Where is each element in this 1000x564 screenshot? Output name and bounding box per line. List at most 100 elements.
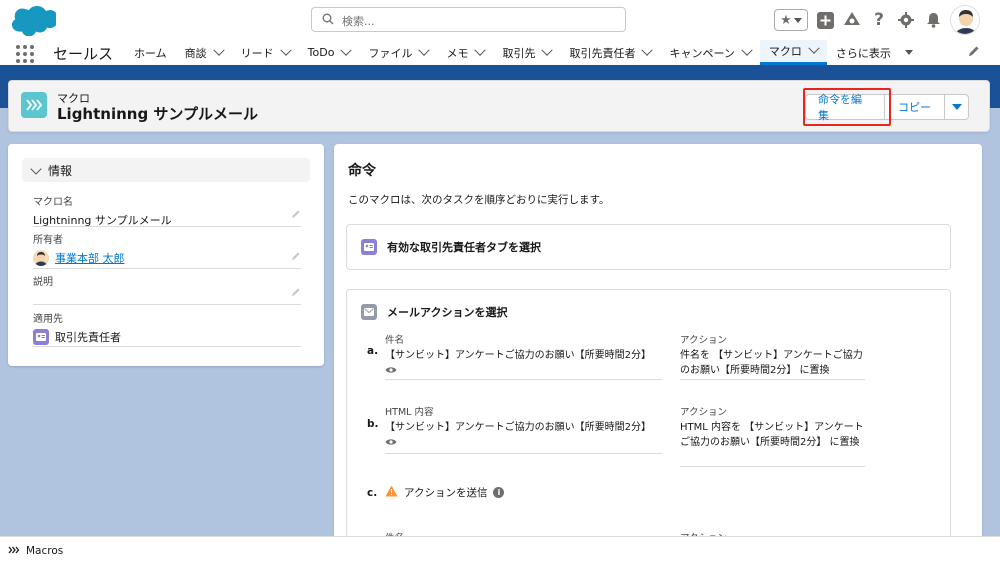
instructions-title: 命令 [348, 163, 376, 179]
macro-name-field: マクロ名 Lightninng サンプルメール [33, 193, 301, 227]
html-content-action: アクション HTML 内容を 【サンビット】アンケートご協力のお願い【所要時間2… [680, 404, 865, 467]
nav-tab-5[interactable]: メモ [437, 40, 493, 65]
field-value: 取引先責任者 [55, 331, 121, 344]
section-title: 情報 [48, 163, 73, 178]
field-value: Lightninng サンプルメール [33, 214, 172, 227]
subject-action: アクション 件名を 【サンビット】アンケートご協力のお願い【所要時間2分】 に置… [680, 332, 865, 380]
highlight-box [803, 88, 891, 126]
record-header: マクロ Lightninng サンプルメール 命令を編集 コピー [8, 80, 990, 132]
nav-tab-2[interactable]: リード [232, 40, 299, 65]
field-label: 説明 [33, 277, 53, 288]
warning-icon [385, 485, 398, 500]
email-icon [361, 304, 377, 320]
instruction-step-email-action: メールアクションを選択 a. 件名 【サンビット】アンケートご協力のお願い【所要… [346, 289, 951, 544]
chevron-down-icon[interactable] [418, 44, 431, 56]
more-actions-button[interactable] [945, 94, 969, 120]
tab-icon [361, 239, 377, 255]
macros-utility-label[interactable]: Macros [26, 545, 63, 557]
help-icon[interactable]: ? [869, 10, 889, 30]
subject-field: 件名 【サンビット】アンケートご協力のお願い【所要時間2分】 [385, 332, 662, 380]
nav-tab-label: ファイル [368, 46, 413, 60]
field-label: マクロ名 [33, 197, 73, 208]
edit-pencil-icon[interactable] [291, 287, 301, 300]
instructions-description: このマクロは、次のタスクを順序どおりに実行します。 [348, 194, 610, 206]
global-search[interactable]: 検索... [311, 7, 626, 32]
copy-button[interactable]: コピー [885, 94, 945, 120]
field-label: HTML 内容 [385, 407, 434, 418]
nav-tab-6[interactable]: 取引先 [493, 40, 560, 65]
record-title: Lightninng サンプルメール [57, 105, 258, 123]
field-value: HTML 内容を 【サンビット】アンケートご協力のお願い【所要時間2分】 に置換 [680, 422, 864, 448]
sub-step-letter: a. [367, 345, 379, 357]
owner-avatar [33, 250, 49, 266]
field-label: アクション [680, 407, 728, 418]
edit-nav-pencil-icon[interactable] [968, 45, 980, 60]
chevron-down-icon[interactable] [474, 44, 487, 56]
chevron-down-icon[interactable] [340, 44, 353, 56]
global-actions-button[interactable] [815, 10, 835, 30]
nav-tab-9[interactable]: マクロ [759, 40, 827, 65]
field-value: 件名を 【サンビット】アンケートご協力のお願い【所要時間2分】 に置換 [680, 350, 863, 376]
favorites-button[interactable]: ★ [774, 9, 808, 31]
utility-bar: Macros [0, 536, 1000, 564]
nav-tab-label: キャンペーン [669, 46, 735, 60]
trailhead-icon[interactable] [842, 10, 862, 30]
nav-tab-label: メモ [446, 46, 469, 60]
owner-field: 所有者 事業本部 太郎 [33, 231, 301, 269]
app-launcher-icon[interactable] [16, 45, 34, 63]
chevron-down-icon[interactable] [213, 44, 225, 56]
nav-tab-label: さらに表示 [835, 46, 891, 60]
field-value: 【サンビット】アンケートご協力のお願い【所要時間2分】 [385, 422, 651, 433]
chevron-down-icon[interactable] [808, 42, 820, 54]
nav-tab-8[interactable]: キャンペーン [660, 40, 759, 65]
nav-tab-7[interactable]: 取引先責任者 [560, 40, 660, 65]
contact-icon [33, 329, 49, 345]
star-icon: ★ [780, 12, 792, 28]
nav-tab-label: 取引先責任者 [569, 46, 636, 60]
applies-to-field: 適用先 取引先責任者 [33, 310, 301, 347]
setup-gear-icon[interactable] [896, 10, 916, 30]
chevron-down-icon[interactable] [280, 44, 292, 56]
search-icon [322, 13, 334, 28]
html-content-field: HTML 内容 【サンビット】アンケートご協力のお願い【所要時間2分】 [385, 404, 662, 454]
details-card: 情報 マクロ名 Lightninng サンプルメール 所有者 事業本部 太郎 説… [8, 144, 324, 366]
nav-tab-label: 取引先 [502, 46, 536, 60]
caret-down-icon [904, 50, 913, 55]
info-icon[interactable]: i [493, 487, 505, 498]
description-field: 説明 [33, 273, 301, 305]
app-navigation-bar: セールス ホーム 商談 リード ToDo ファイル メモ 取引先 取引先責任者 キャンペーン マク… [0, 40, 1000, 68]
chevron-down-icon[interactable] [741, 44, 753, 56]
nav-tab-10[interactable]: さらに表示 [827, 40, 922, 65]
salesforce-logo[interactable] [10, 4, 58, 37]
change-owner-icon[interactable] [291, 251, 301, 264]
search-placeholder: 検索... [342, 15, 375, 28]
macro-icon [21, 92, 47, 118]
nav-tab-label: マクロ [768, 45, 802, 58]
nav-tab-0[interactable]: ホーム [125, 40, 176, 65]
nav-tab-label: リード [240, 46, 274, 60]
nav-tab-label: 商談 [184, 46, 207, 60]
notifications-bell-icon[interactable] [923, 10, 943, 30]
owner-link[interactable]: 事業本部 太郎 [55, 250, 125, 266]
instructions-card: 命令 このマクロは、次のタスクを順序どおりに実行します。 有効な取引先責任者タブ… [334, 144, 982, 544]
caret-down-icon [951, 104, 962, 110]
app-name: セールス [53, 45, 114, 63]
eye-icon[interactable] [385, 364, 662, 377]
chevron-down-icon[interactable] [641, 44, 654, 56]
user-avatar[interactable] [950, 5, 980, 35]
macros-utility-icon[interactable] [8, 545, 20, 557]
nav-tab-3[interactable]: ToDo [299, 40, 360, 65]
eye-icon[interactable] [385, 436, 662, 449]
sub-step-letter: b. [367, 418, 379, 430]
nav-tab-1[interactable]: 商談 [176, 40, 232, 65]
global-header: 検索... ★ ? [0, 0, 1000, 40]
nav-tab-4[interactable]: ファイル [359, 40, 437, 65]
chevron-down-icon[interactable] [541, 44, 554, 56]
chevron-down-icon [30, 162, 42, 175]
send-action-row: アクションを送信 i [385, 485, 505, 500]
send-action-label: アクションを送信 [404, 487, 488, 499]
field-label: アクション [680, 335, 728, 346]
info-section-header[interactable]: 情報 [22, 158, 310, 182]
field-label: 件名 [385, 335, 405, 346]
edit-pencil-icon[interactable] [291, 209, 301, 222]
